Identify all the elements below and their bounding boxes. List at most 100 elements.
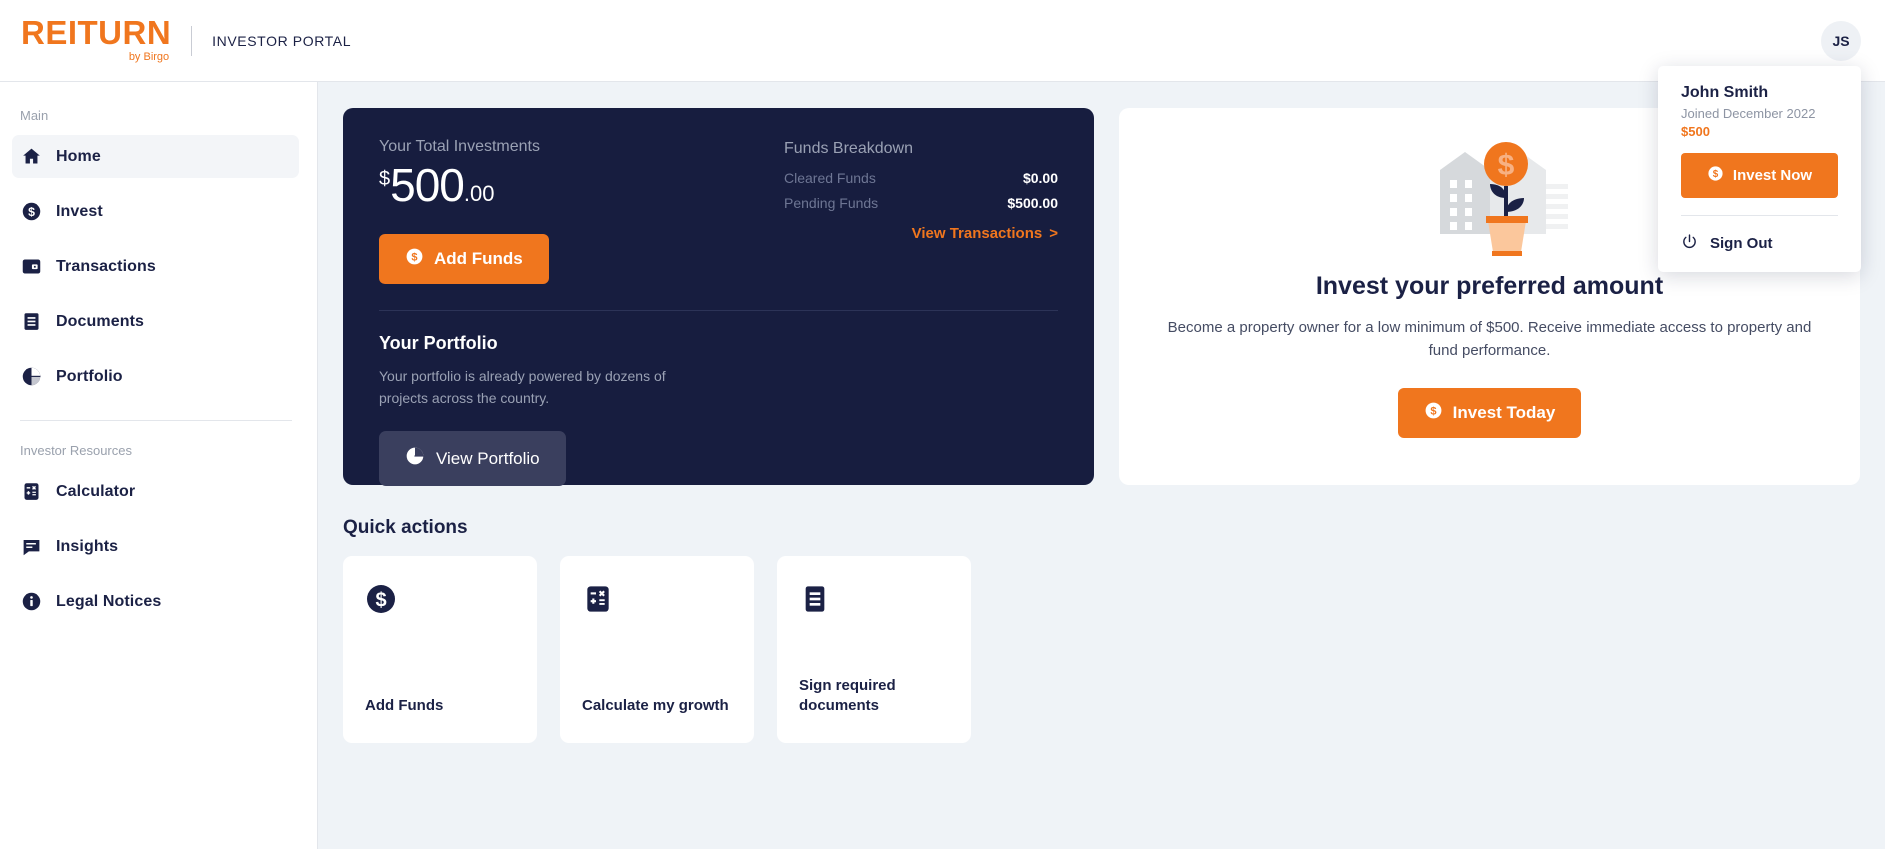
quick-action-sign-documents[interactable]: Sign required documents	[777, 556, 971, 743]
chevron-right-icon: >	[1049, 225, 1058, 242]
view-portfolio-button[interactable]: View Portfolio	[379, 431, 566, 487]
amount-whole: 500	[390, 159, 465, 211]
sidebar-item-portfolio[interactable]: Portfolio	[12, 355, 299, 398]
invest-promo-title: Invest your preferred amount	[1315, 272, 1664, 300]
sidebar-item-transactions[interactable]: Transactions	[12, 245, 299, 288]
svg-text:$: $	[411, 251, 417, 263]
dollar-circle-icon: $	[405, 247, 424, 271]
portal-title: INVESTOR PORTAL	[212, 32, 352, 49]
sidebar-item-label: Invest	[56, 202, 103, 220]
sidebar-item-insights[interactable]: Insights	[12, 525, 299, 568]
sidebar-item-legal-notices[interactable]: Legal Notices	[12, 580, 299, 623]
funds-row-value: $0.00	[1022, 170, 1058, 186]
logo-text: REITURN	[21, 14, 172, 52]
sidebar-item-documents[interactable]: Documents	[12, 300, 299, 343]
dollar-circle-icon: $	[365, 583, 397, 615]
sidebar-divider	[20, 420, 292, 421]
your-portfolio-text: Your portfolio is already powered by doz…	[379, 368, 666, 406]
app-header: REITURN by Birgo INVESTOR PORTAL JS	[0, 0, 1885, 82]
sidebar-item-label: Portfolio	[56, 367, 123, 385]
sidebar-item-calculator[interactable]: Calculator	[12, 470, 299, 513]
funds-row: Pending Funds $500.00	[784, 195, 1058, 211]
funds-breakdown-title: Funds Breakdown	[784, 140, 913, 157]
invest-today-button[interactable]: $ Invest Today	[1397, 388, 1582, 438]
view-transactions-label: View Transactions	[911, 225, 1043, 242]
sidebar-item-label: Calculator	[56, 482, 136, 500]
avatar[interactable]: JS	[1821, 20, 1861, 61]
sidebar-item-label: Transactions	[56, 257, 156, 275]
svg-text:$: $	[28, 205, 35, 219]
funds-breakdown: Funds Breakdown Cleared Funds $0.00 Pend…	[784, 138, 1058, 284]
invest-now-button[interactable]: $ Invest Now	[1681, 153, 1838, 198]
wallet-icon	[20, 256, 42, 278]
svg-text:$: $	[1497, 149, 1514, 182]
logo-wrap: REITURN by Birgo	[21, 16, 171, 64]
investment-growth-illustration: $	[1410, 126, 1570, 258]
summary-columns: Your Total Investments $500.00 $ Add Fun…	[379, 138, 1058, 284]
sidebar: Main Home $ Invest Transactions Document…	[0, 82, 317, 849]
funds-row-key: Pending Funds	[784, 195, 879, 211]
power-icon	[1681, 233, 1698, 254]
invest-now-label: Invest Now	[1732, 167, 1813, 184]
quick-actions-row: $ Add Funds Calculate my growth Sign req…	[343, 556, 1885, 743]
logo-subtitle: by Birgo	[128, 51, 170, 64]
sidebar-item-invest[interactable]: $ Invest	[12, 190, 299, 233]
add-funds-button[interactable]: $ Add Funds	[379, 234, 549, 284]
summary-card-divider	[379, 310, 1058, 311]
document-icon	[20, 311, 42, 333]
quick-action-label: Sign required documents	[799, 677, 896, 714]
calculator-icon	[20, 481, 42, 503]
svg-text:$: $	[375, 589, 386, 611]
dollar-circle-icon: $	[1424, 401, 1443, 425]
sidebar-section-resources: Investor Resources	[20, 443, 132, 458]
funds-row-key: Cleared Funds	[784, 170, 876, 186]
sidebar-item-label: Documents	[56, 312, 145, 330]
chat-icon	[20, 536, 42, 558]
sign-out-label: Sign Out	[1710, 235, 1773, 252]
sidebar-item-label: Legal Notices	[56, 592, 162, 610]
info-circle-icon	[20, 591, 42, 613]
total-investments-amount: $500.00	[379, 162, 784, 208]
document-icon	[799, 583, 831, 615]
quick-action-label: Calculate my growth	[582, 696, 729, 714]
quick-action-add-funds[interactable]: $ Add Funds	[343, 556, 537, 743]
quick-actions-title: Quick actions	[343, 517, 468, 538]
svg-text:$: $	[1430, 405, 1436, 417]
sidebar-item-label: Insights	[56, 537, 119, 555]
dashboard-top-row: Your Total Investments $500.00 $ Add Fun…	[318, 82, 1885, 487]
user-joined-date: Joined December 2022	[1681, 106, 1816, 121]
home-icon	[20, 146, 42, 168]
view-portfolio-label: View Portfolio	[436, 448, 540, 468]
calculator-icon	[582, 583, 614, 615]
quick-action-label: Add Funds	[365, 696, 444, 714]
pie-chart-icon	[405, 446, 425, 471]
pie-chart-icon	[20, 366, 42, 388]
amount-cents: .00	[463, 181, 495, 206]
funds-row: Cleared Funds $0.00	[784, 170, 1058, 186]
invest-promo-text: Become a property owner for a low minimu…	[1167, 319, 1812, 359]
dollar-circle-icon: $	[1707, 165, 1724, 186]
sidebar-section-main: Main	[20, 108, 49, 123]
total-investments-label: Your Total Investments	[379, 138, 540, 155]
quick-action-calculate-growth[interactable]: Calculate my growth	[560, 556, 754, 743]
add-funds-label: Add Funds	[434, 249, 523, 268]
main-content: Your Total Investments $500.00 $ Add Fun…	[317, 82, 1885, 849]
dollar-circle-icon: $	[20, 201, 42, 223]
user-invested-amount: $500	[1681, 124, 1710, 139]
view-transactions-link[interactable]: View Transactions >	[784, 225, 1058, 242]
sidebar-item-home[interactable]: Home	[12, 135, 299, 178]
your-portfolio-title: Your Portfolio	[379, 333, 498, 353]
funds-row-value: $500.00	[1007, 195, 1058, 211]
brand-logo[interactable]: REITURN by Birgo	[21, 16, 171, 64]
sign-out-button[interactable]: Sign Out	[1681, 216, 1838, 272]
summary-left-column: Your Total Investments $500.00 $ Add Fun…	[379, 138, 784, 284]
your-portfolio-section: Your Portfolio Your portfolio is already…	[379, 333, 1058, 487]
sidebar-item-label: Home	[56, 147, 101, 165]
total-investments-card: Your Total Investments $500.00 $ Add Fun…	[343, 108, 1094, 487]
user-menu-dropdown: John Smith Joined December 2022 $500 $ I…	[1658, 66, 1861, 272]
header-divider	[191, 25, 193, 56]
user-name: John Smith	[1681, 84, 1769, 101]
currency-symbol: $	[379, 168, 391, 190]
invest-today-label: Invest Today	[1452, 403, 1556, 422]
svg-text:$: $	[1713, 169, 1719, 180]
